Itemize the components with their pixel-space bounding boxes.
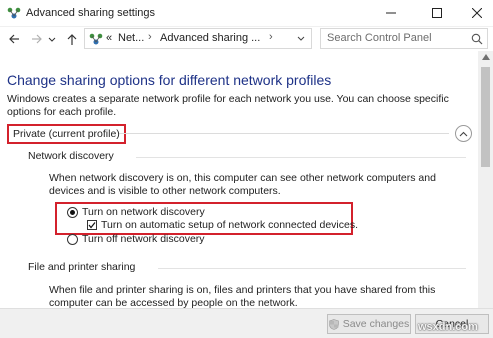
breadcrumb-network[interactable]: Net...: [118, 32, 144, 44]
file-printer-sharing-description: When file and printer sharing is on, fil…: [49, 284, 436, 308]
divider: [136, 157, 466, 158]
profile-section-header[interactable]: Private (current profile): [7, 124, 473, 144]
forward-button[interactable]: [27, 29, 45, 49]
recent-locations-button[interactable]: [46, 29, 58, 49]
chevron-up-icon: [459, 131, 468, 136]
network-icon: [89, 33, 103, 45]
divider: [158, 268, 466, 269]
radio-label[interactable]: Turn on network discovery: [82, 206, 205, 218]
forward-arrow-icon: [31, 34, 42, 44]
scroll-up-icon[interactable]: [482, 54, 490, 60]
up-arrow-icon: [67, 33, 77, 45]
network-discovery-description: When network discovery is on, this compu…: [49, 172, 436, 197]
radio-button[interactable]: [67, 233, 78, 245]
collapse-button[interactable]: [455, 125, 472, 142]
maximize-button[interactable]: [420, 0, 454, 26]
shield-icon: [328, 318, 339, 330]
page-title: Change sharing options for different net…: [7, 72, 332, 88]
close-icon: [472, 8, 482, 18]
window-title: Advanced sharing settings: [26, 7, 156, 19]
back-arrow-icon: [8, 34, 19, 44]
minimize-button[interactable]: [374, 0, 408, 26]
radio-turn-on-network-discovery[interactable]: Turn on network discovery: [67, 206, 205, 218]
vertical-scrollbar[interactable]: [478, 51, 493, 308]
profile-label: Private (current profile): [7, 124, 126, 144]
checkmark-icon: [88, 222, 96, 229]
network-icon: [7, 7, 21, 19]
watermark: wsxdn.com: [418, 321, 478, 333]
breadcrumb-separator[interactable]: ›: [148, 31, 152, 43]
address-bar[interactable]: « Net... › Advanced sharing ... ›: [84, 28, 312, 49]
close-button[interactable]: [460, 0, 493, 26]
divider: [119, 133, 449, 134]
breadcrumb-advanced-sharing[interactable]: Advanced sharing ...: [160, 32, 260, 44]
radio-button-selected[interactable]: [67, 206, 78, 218]
network-discovery-heading: Network discovery: [28, 150, 114, 162]
chevron-down-icon: [48, 37, 56, 42]
maximize-icon: [432, 8, 442, 18]
page-description: Windows creates a separate network profi…: [7, 93, 449, 118]
radio-turn-off-network-discovery[interactable]: Turn off network discovery: [67, 233, 205, 245]
minimize-icon: [386, 12, 396, 14]
chevron-down-icon[interactable]: [297, 34, 305, 44]
radio-label[interactable]: Turn off network discovery: [82, 233, 205, 245]
search-icon[interactable]: [471, 33, 483, 45]
checkbox-checked[interactable]: [87, 220, 97, 230]
checkbox-label[interactable]: Turn on automatic setup of network conne…: [101, 219, 358, 231]
breadcrumb-overflow[interactable]: «: [106, 32, 112, 44]
save-button-label: Save changes: [342, 318, 410, 330]
checkbox-automatic-setup[interactable]: Turn on automatic setup of network conne…: [87, 219, 358, 231]
search-input[interactable]: Search Control Panel: [327, 32, 432, 44]
main-content: Change sharing options for different net…: [0, 51, 478, 308]
save-button[interactable]: Save changes: [327, 314, 411, 334]
navigation-bar: « Net... › Advanced sharing ... › Search…: [0, 27, 493, 51]
file-printer-sharing-heading: File and printer sharing: [28, 261, 136, 273]
footer-bar: Save changes Cancel wsxdn.com: [0, 308, 493, 338]
breadcrumb-separator[interactable]: ›: [269, 31, 273, 43]
up-button[interactable]: [63, 29, 81, 49]
scrollbar-thumb[interactable]: [481, 67, 490, 167]
search-box[interactable]: Search Control Panel: [320, 28, 488, 49]
title-bar: Advanced sharing settings: [0, 0, 493, 27]
back-button[interactable]: [5, 29, 23, 49]
